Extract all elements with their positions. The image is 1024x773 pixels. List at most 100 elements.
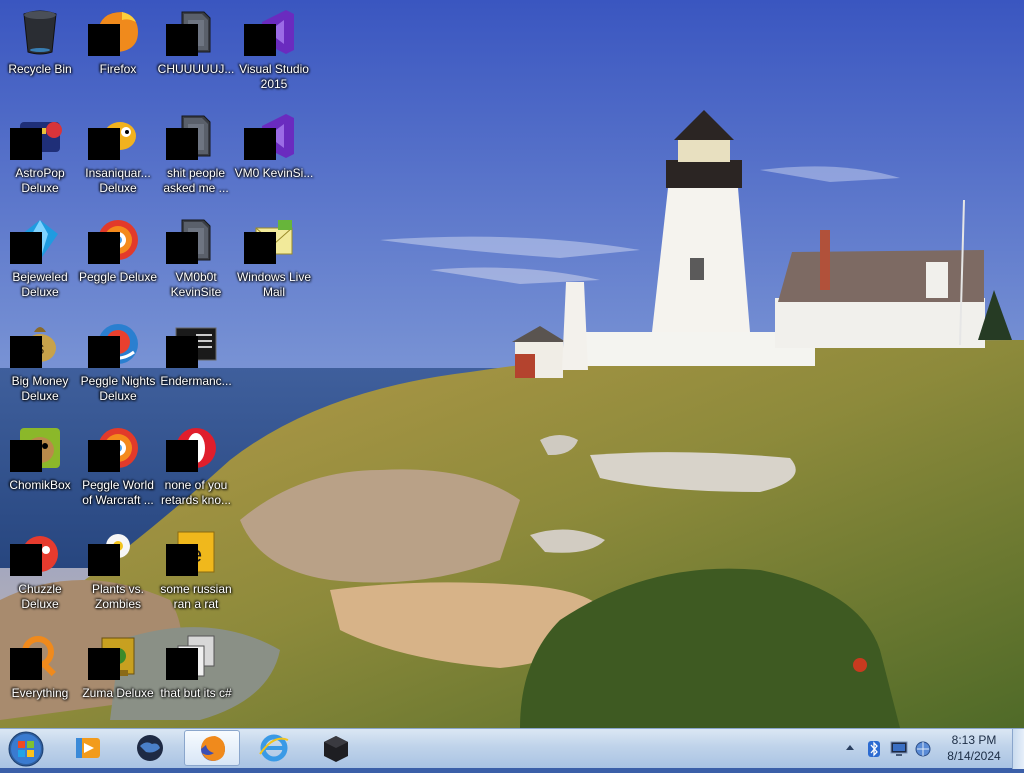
system-clock[interactable]: 8:13 PM 8/14/2024 (937, 732, 1011, 764)
redaction-mask (88, 544, 120, 576)
desktop-icon[interactable]: VM0 KevinSi... (234, 106, 314, 206)
folder-icon (166, 6, 222, 58)
internet-explorer-icon (258, 732, 290, 764)
recycle-bin-icon (14, 6, 66, 58)
desktop-icon-label: VM0b0t KevinSite (170, 270, 222, 299)
redaction-mask (166, 232, 198, 264)
redaction-mask (166, 24, 198, 56)
redaction-mask (244, 128, 276, 160)
astropop-icon (10, 110, 66, 162)
big-money-icon: $ (10, 318, 66, 370)
windows-start-icon (8, 731, 44, 767)
desktop-icon-label: Windows Live Mail (236, 270, 312, 299)
plants-vs-zombies-icon (88, 526, 144, 578)
taskbar-app-button[interactable] (60, 730, 116, 766)
folder-icon (166, 110, 222, 162)
terminal-icon (166, 318, 222, 370)
redaction-mask (88, 336, 120, 368)
desktop-icon[interactable]: $ Big Money Deluxe (0, 314, 80, 414)
desktop-icon[interactable]: Windows Live Mail (234, 210, 314, 310)
desktop-icon[interactable]: Peggle World of Warcraft ... (78, 418, 158, 518)
desktop-icon-label: ChomikBox (9, 478, 71, 492)
redaction-mask (10, 128, 42, 160)
desktop-icon-label: shit people asked me ... (163, 166, 229, 195)
show-hidden-icons-chevron[interactable] (845, 743, 855, 753)
start-button[interactable] (4, 730, 48, 768)
clock-date: 8/14/2024 (947, 749, 1001, 763)
peggle-icon (88, 214, 144, 266)
insaniquarium-icon (88, 110, 144, 162)
desktop-icon[interactable]: VM0b0t KevinSite (156, 210, 236, 310)
desktop-icon[interactable]: ChomikBox (0, 418, 80, 518)
desktop-icon[interactable]: e some russian ran a rat (156, 522, 236, 622)
desktop-icon-label: Plants vs. Zombies (91, 582, 145, 611)
mail-icon (244, 214, 300, 266)
redaction-mask (166, 544, 198, 576)
desktop-icon-label: some russian ran a rat (160, 582, 232, 611)
desktop-icon-label: Peggle Deluxe (78, 270, 158, 284)
desktop-icon-label: Big Money Deluxe (11, 374, 69, 403)
media-player-icon (72, 732, 104, 764)
box-icon (320, 732, 352, 764)
redaction-mask (88, 232, 120, 264)
globe-icon (134, 732, 166, 764)
taskbar: 8:13 PM 8/14/2024 (0, 728, 1024, 769)
visual-studio-icon (244, 110, 300, 162)
taskbar-app-button[interactable] (246, 730, 302, 766)
copy-icon (166, 630, 222, 682)
desktop-icon[interactable]: Insaniquar... Deluxe (78, 106, 158, 206)
desktop-icon[interactable]: Bejeweled Deluxe (0, 210, 80, 310)
search-icon (10, 630, 66, 682)
desktop-icon[interactable]: Recycle Bin (0, 2, 80, 102)
zuma-icon (88, 630, 144, 682)
visual-studio-icon (244, 6, 300, 58)
desktop-icon[interactable]: Peggle Nights Deluxe (78, 314, 158, 414)
peggle-icon (88, 422, 144, 474)
show-desktop-button[interactable] (1012, 729, 1024, 769)
desktop-icon[interactable]: Firefox (78, 2, 158, 102)
monitor-icon[interactable] (890, 741, 908, 757)
redaction-mask (244, 24, 276, 56)
desktop-icon[interactable]: none of you retards kno... (156, 418, 236, 518)
desktop-icon-label: Zuma Deluxe (82, 686, 154, 700)
bluetooth-icon[interactable] (866, 740, 882, 758)
desktop-icon-label: AstroPop Deluxe (15, 166, 65, 195)
desktop-icon[interactable]: Peggle Deluxe (78, 210, 158, 310)
redaction-mask (10, 648, 42, 680)
desktop-icon[interactable]: shit people asked me ... (156, 106, 236, 206)
firefox-icon (197, 733, 229, 765)
redaction-mask (88, 128, 120, 160)
desktop-icon[interactable]: that but its c# (156, 626, 236, 726)
taskbar-app-button[interactable] (184, 730, 240, 766)
desktop-icon-label: Everything (11, 686, 69, 700)
chuzzle-icon (10, 526, 66, 578)
desktop-icon-label: Firefox (99, 62, 137, 76)
desktop-icon[interactable]: Everything (0, 626, 80, 726)
folder-icon (166, 214, 222, 266)
desktop-icon[interactable]: CHUUUUUJ... (156, 2, 236, 102)
desktop-icon-label: Insaniquar... Deluxe (85, 166, 151, 195)
taskbar-app-button[interactable] (308, 730, 364, 766)
desktop-icon-label: that but its c# (160, 686, 232, 700)
desktop-icon[interactable]: Endermanc... (156, 314, 236, 414)
redaction-mask (10, 440, 42, 472)
redaction-mask (166, 336, 198, 368)
desktop-icon[interactable]: AstroPop Deluxe (0, 106, 80, 206)
redaction-mask (88, 440, 120, 472)
taskbar-app-button[interactable] (122, 730, 178, 766)
desktop-icon-label: Bejeweled Deluxe (12, 270, 68, 299)
redaction-mask (166, 440, 198, 472)
network-icon[interactable] (914, 740, 932, 758)
desktop: Recycle Bin Firefox CHUUUUUJ... Visual Stud… (0, 0, 1024, 728)
desktop-icon[interactable]: Plants vs. Zombies (78, 522, 158, 622)
desktop-icon-label: Visual Studio 2015 (239, 62, 309, 91)
desktop-icon[interactable]: Chuzzle Deluxe (0, 522, 80, 622)
desktop-icon-label: none of you retards kno... (160, 478, 232, 507)
redaction-mask (166, 128, 198, 160)
document-icon: e (166, 526, 222, 578)
desktop-icon[interactable]: Zuma Deluxe (78, 626, 158, 726)
redaction-mask (10, 232, 42, 264)
desktop-icon-label: VM0 KevinSi... (234, 166, 314, 180)
desktop-icon[interactable]: Visual Studio 2015 (234, 2, 314, 102)
desktop-icon-label: Peggle Nights Deluxe (80, 374, 156, 403)
